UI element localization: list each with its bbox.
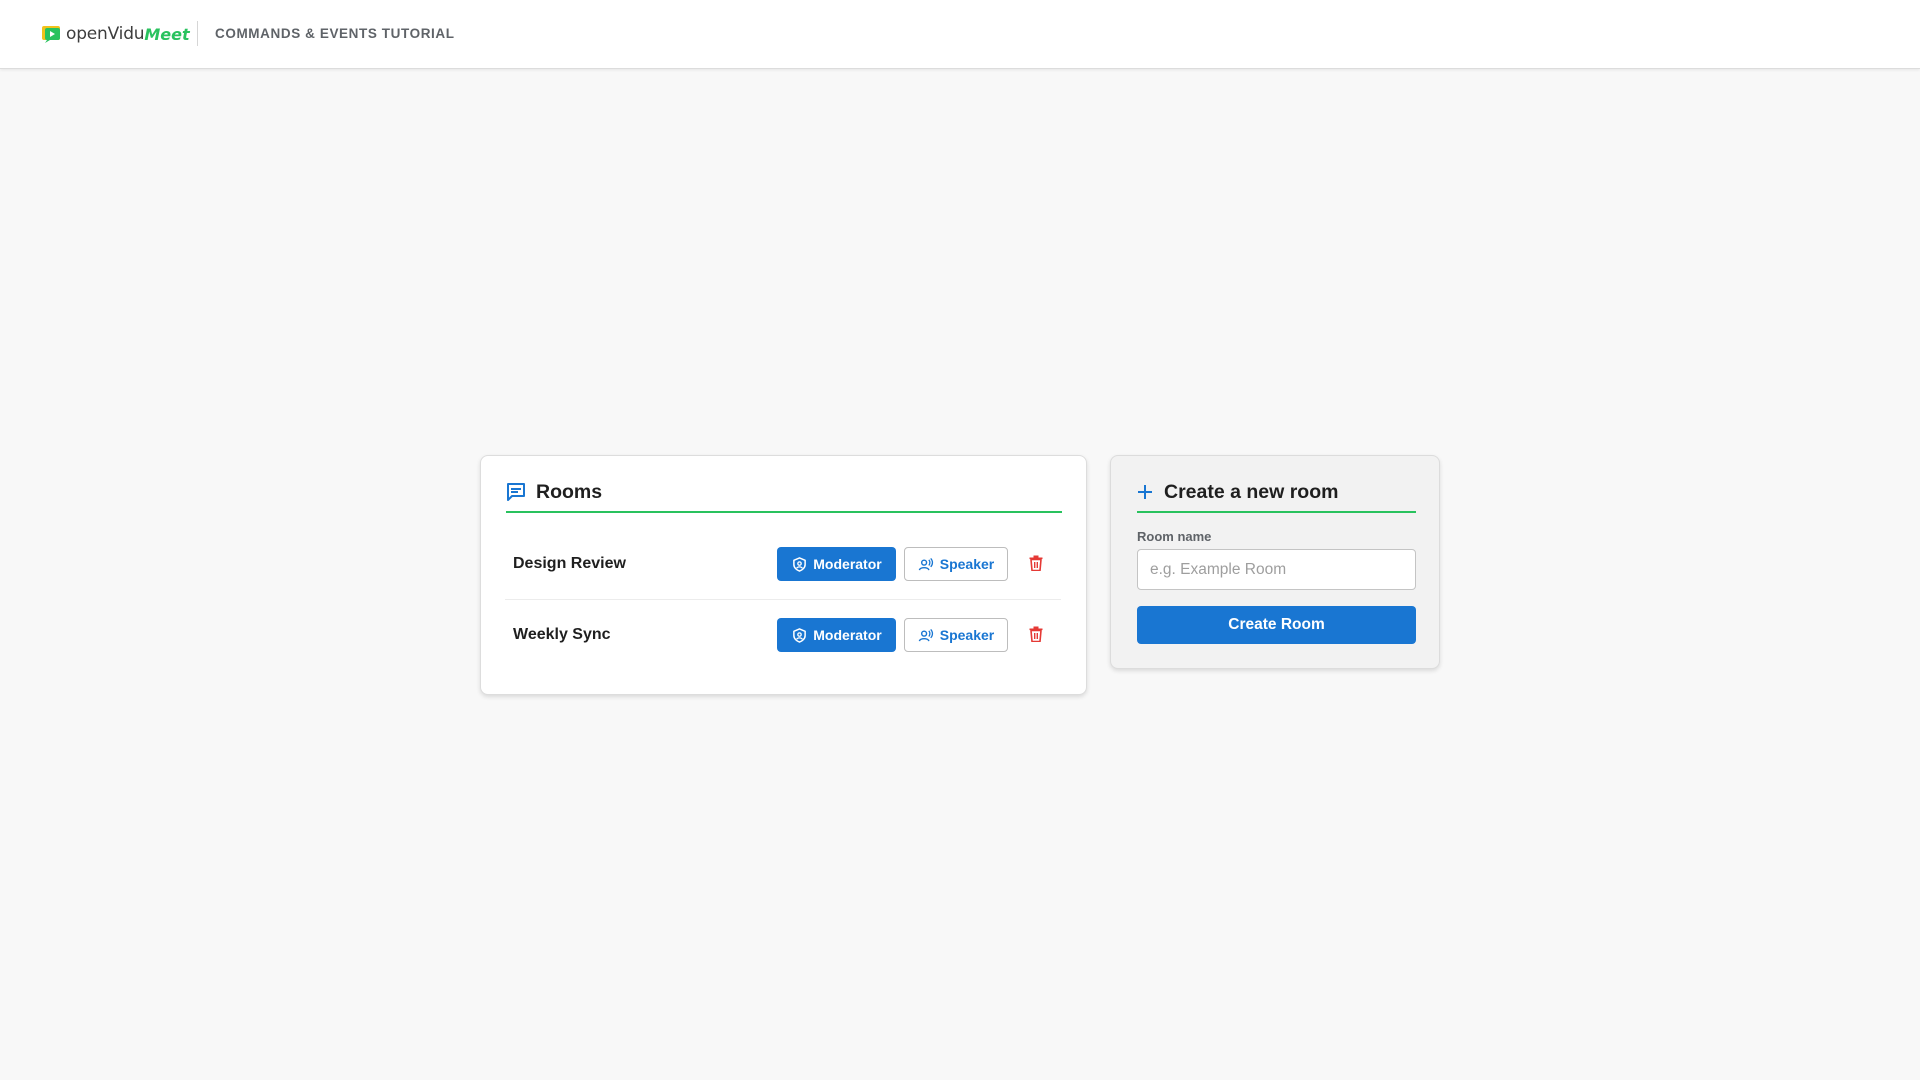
create-room-card: Create a new room Room name Create Room [1110,455,1440,669]
speaker-label: Speaker [939,627,995,643]
list-item: Weekly Sync Moderator Speaker [505,600,1061,670]
shield-icon [791,627,807,643]
create-room-heading-underline [1137,511,1416,513]
room-name: Design Review [513,555,626,572]
room-name: Weekly Sync [513,626,611,643]
logo-text-accent: Meet [144,24,190,44]
plus-icon [1137,484,1153,500]
join-as-speaker-button[interactable]: Speaker [904,547,1008,581]
moderator-label: Moderator [813,627,882,643]
logo-text: openVidu [66,24,145,44]
header-divider [197,21,198,46]
app-header: openVidu Meet COMMANDS & EVENTS TUTORIAL [0,0,1920,69]
list-item: Design Review Moderator Speaker [505,529,1061,599]
create-room-heading: Create a new room [1137,478,1338,506]
speaker-icon [918,556,934,572]
rooms-heading: Rooms [506,478,602,506]
trash-icon [1029,626,1043,645]
room-name-label: Room name [1137,529,1212,544]
page-title: COMMANDS & EVENTS TUTORIAL [215,26,455,41]
shield-icon [791,556,807,572]
rooms-heading-text: Rooms [536,480,603,503]
create-room-button[interactable]: Create Room [1137,606,1416,644]
rooms-heading-underline [506,511,1062,513]
room-name-input[interactable] [1137,549,1416,590]
trash-icon [1029,555,1043,574]
delete-room-button[interactable] [1023,551,1049,577]
speaker-icon [918,627,934,643]
speaker-label: Speaker [939,556,995,572]
create-room-heading-text: Create a new room [1164,480,1339,503]
openvidu-meet-logo[interactable]: openVidu Meet [42,23,190,45]
chat-bubble-icon [506,482,526,502]
openvidu-logo-icon [42,25,62,43]
delete-room-button[interactable] [1023,622,1049,648]
join-as-speaker-button[interactable]: Speaker [904,618,1008,652]
moderator-label: Moderator [813,556,882,572]
join-as-moderator-button[interactable]: Moderator [777,547,896,581]
join-as-moderator-button[interactable]: Moderator [777,618,896,652]
